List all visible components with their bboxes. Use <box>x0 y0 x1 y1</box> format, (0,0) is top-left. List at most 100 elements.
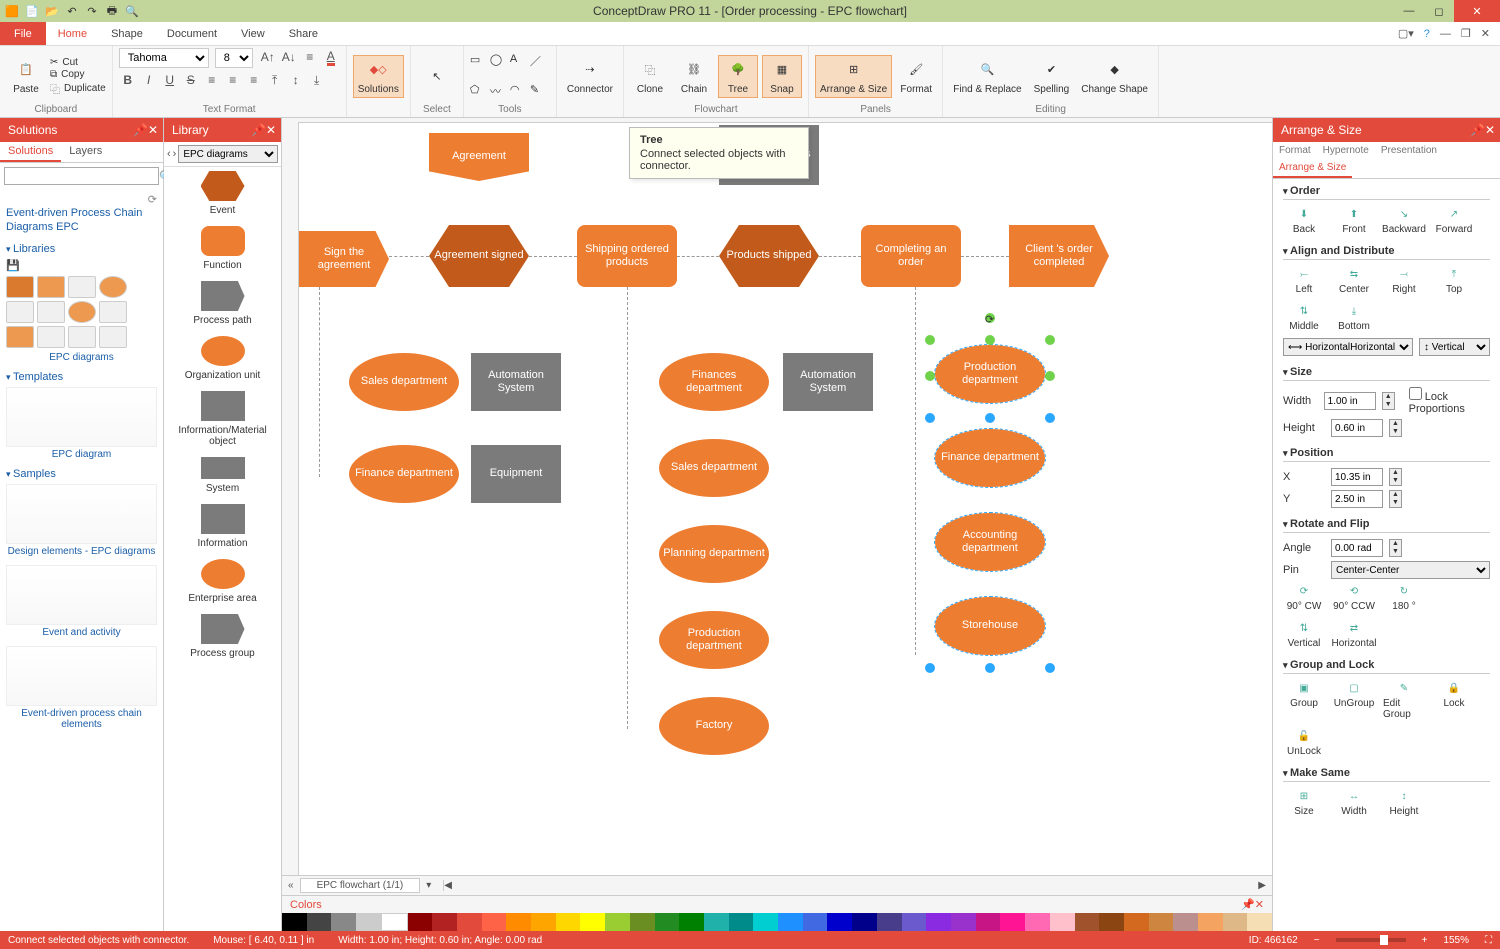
open-icon[interactable]: 📂 <box>44 3 60 19</box>
node-products-shipped[interactable]: Products shipped <box>719 225 819 287</box>
rotate-180-button[interactable]: ↻180 ° <box>1383 583 1425 612</box>
format-button[interactable]: 🖌Format <box>896 56 936 97</box>
selection-handle[interactable] <box>985 413 995 423</box>
sample-thumb-2[interactable] <box>6 646 157 706</box>
close-button[interactable]: ✕ <box>1454 0 1500 22</box>
colors-bar[interactable] <box>282 913 1272 931</box>
lib-item-process-group[interactable]: Process group <box>168 614 277 659</box>
pin-icon[interactable]: 📌 <box>251 123 263 137</box>
tool-ellipse-icon[interactable]: ◯ <box>490 53 506 69</box>
undo-icon[interactable]: ↶ <box>64 3 80 19</box>
tool-arc-icon[interactable]: ◠ <box>510 83 526 99</box>
section-order[interactable]: Order <box>1283 185 1490 200</box>
library-thumbs[interactable] <box>6 276 157 348</box>
unlock-button[interactable]: 🔓UnLock <box>1283 728 1325 757</box>
decrease-font-icon[interactable]: A↓ <box>280 48 298 66</box>
selection-handle[interactable] <box>925 335 935 345</box>
underline-icon[interactable]: U <box>161 71 179 89</box>
sample-caption-2[interactable]: Event-driven process chain elements <box>6 708 157 730</box>
lib-item-information[interactable]: Information <box>168 504 277 549</box>
node-automation-1[interactable]: Automation System <box>471 353 561 411</box>
zoom-in-icon[interactable]: + <box>1422 935 1428 946</box>
clone-button[interactable]: ⿻Clone <box>630 56 670 97</box>
selection-handle[interactable] <box>1045 335 1055 345</box>
sample-thumb-0[interactable] <box>6 484 157 544</box>
lib-next-icon[interactable]: › <box>173 148 177 160</box>
tool-free-icon[interactable]: ✎ <box>530 83 546 99</box>
sheet-add-icon[interactable]: ▾ <box>426 880 431 891</box>
flip-vert-button[interactable]: ⇅Vertical <box>1283 620 1325 649</box>
tree-button[interactable]: 🌳Tree <box>718 55 758 98</box>
group-button[interactable]: ▣Group <box>1283 680 1325 720</box>
tab-shape[interactable]: Shape <box>99 22 155 45</box>
selection-handle[interactable] <box>925 663 935 673</box>
connector-button[interactable]: ⇢Connector <box>563 56 617 97</box>
align-right-button[interactable]: ⤙Right <box>1383 266 1425 295</box>
duplicate-button[interactable]: ⿻ Duplicate <box>50 81 106 96</box>
lib-prev-icon[interactable]: ‹ <box>167 148 171 160</box>
align-middle-button[interactable]: ⇅Middle <box>1283 303 1325 332</box>
hscroll-left-icon[interactable]: ◀ <box>444 880 452 891</box>
colors-pin-icon[interactable]: 📌 <box>1241 898 1255 911</box>
selection-handle[interactable] <box>925 413 935 423</box>
tool-curve-icon[interactable]: 〰 <box>490 83 506 99</box>
arrange-size-button[interactable]: ⊞Arrange & Size <box>815 55 892 98</box>
valign-mid-icon[interactable]: ↕ <box>287 71 305 89</box>
valign-top-icon[interactable]: ⤒ <box>266 71 284 89</box>
section-group-lock[interactable]: Group and Lock <box>1283 659 1490 674</box>
tab-view[interactable]: View <box>229 22 277 45</box>
pin-icon[interactable]: 📌 <box>1470 123 1482 137</box>
align-bottom-button[interactable]: ⤓Bottom <box>1333 303 1375 332</box>
sheet-nav-first-icon[interactable]: « <box>288 880 294 891</box>
hscroll-right-icon[interactable]: ▶ <box>1258 880 1266 891</box>
order-front-button[interactable]: ⬆Front <box>1333 206 1375 235</box>
align-menu-icon[interactable]: ≡ <box>301 48 319 66</box>
tool-rect-icon[interactable]: ▭ <box>470 53 486 69</box>
rtab-hypernote[interactable]: Hypernote <box>1317 142 1375 159</box>
spelling-button[interactable]: ✔Spelling <box>1030 56 1074 97</box>
solutions-search[interactable]: 🔍 <box>4 167 159 185</box>
lock-button[interactable]: 🔒Lock <box>1433 680 1475 720</box>
lib-item-org-unit[interactable]: Organization unit <box>168 336 277 381</box>
node-storehouse-sel[interactable]: Storehouse <box>935 597 1045 655</box>
sample-thumb-1[interactable] <box>6 565 157 625</box>
app-menu-icon[interactable]: 🟧 <box>4 3 20 19</box>
font-family-select[interactable]: Tahoma <box>119 48 209 68</box>
size-width-input[interactable] <box>1324 392 1376 410</box>
tab-share[interactable]: Share <box>277 22 330 45</box>
angle-input[interactable] <box>1331 539 1383 557</box>
lib-caption[interactable]: EPC diagrams <box>6 352 157 363</box>
node-equipment[interactable]: Equipment <box>471 445 561 503</box>
tab-file[interactable]: File <box>0 22 46 45</box>
node-production-dept-sel[interactable]: Production department <box>935 345 1045 403</box>
selection-handle[interactable] <box>1045 413 1055 423</box>
solutions-subtab[interactable]: Solutions <box>0 142 61 162</box>
node-client-order-completed[interactable]: Client 's order completed <box>1009 225 1109 287</box>
tool-text-icon[interactable]: A <box>510 53 526 69</box>
copy-button[interactable]: ⧉ Copy <box>50 69 106 80</box>
node-finance-dept-1[interactable]: Finance department <box>349 445 459 503</box>
increase-font-icon[interactable]: A↑ <box>259 48 277 66</box>
zoom-out-icon[interactable]: − <box>1314 935 1320 946</box>
selection-handle[interactable] <box>985 663 995 673</box>
template-caption[interactable]: EPC diagram <box>6 449 157 460</box>
node-sales-dept-1[interactable]: Sales department <box>349 353 459 411</box>
node-finance-dept-sel[interactable]: Finance department <box>935 429 1045 487</box>
rtab-format[interactable]: Format <box>1273 142 1317 159</box>
node-sales-dept-2[interactable]: Sales department <box>659 439 769 497</box>
fit-page-icon[interactable]: ⛶ <box>1485 935 1492 946</box>
template-thumb[interactable] <box>6 387 157 447</box>
lib-item-info-material[interactable]: Information/Material object <box>168 391 277 447</box>
selection-handle[interactable] <box>985 335 995 345</box>
selection-handle[interactable] <box>925 371 935 381</box>
tool-poly-icon[interactable]: ⬠ <box>470 83 486 99</box>
solution-tree-root[interactable]: Event-driven Process Chain Diagrams EPC <box>6 206 157 235</box>
chain-button[interactable]: ⛓Chain <box>674 56 714 97</box>
sample-caption-0[interactable]: Design elements - EPC diagrams <box>6 546 157 557</box>
find-replace-button[interactable]: 🔍Find & Replace <box>949 56 1025 97</box>
lib-item-system[interactable]: System <box>168 457 277 494</box>
library-selector[interactable]: EPC diagrams <box>178 145 278 163</box>
italic-icon[interactable]: I <box>140 71 158 89</box>
position-y-input[interactable] <box>1331 490 1383 508</box>
same-width-button[interactable]: ↔Width <box>1333 788 1375 817</box>
